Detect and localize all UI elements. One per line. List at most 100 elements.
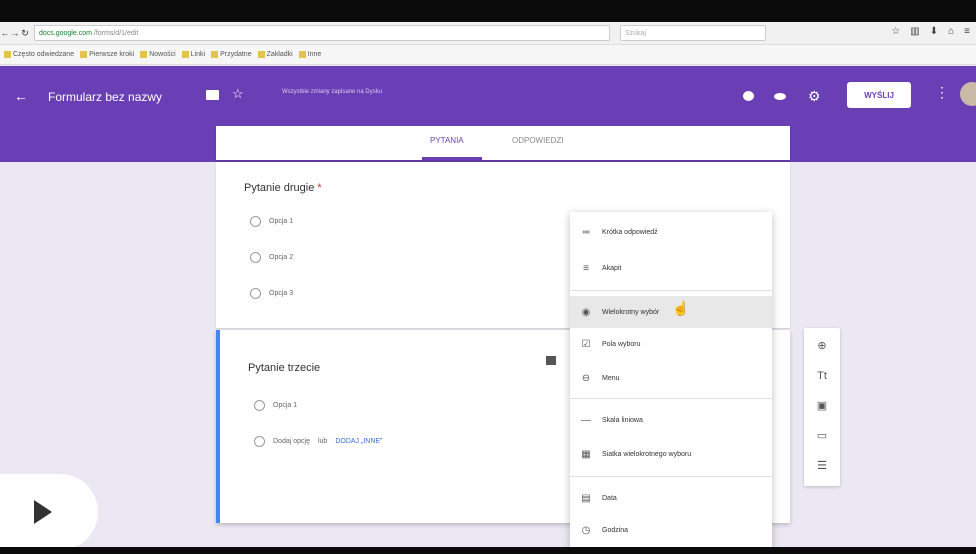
bookmark-item[interactable]: Linki [181,51,205,58]
video-play-button[interactable] [0,474,98,550]
menu-item-linear-scale[interactable]: — Skala liniowa [570,404,772,436]
question-type-menu: ═ Krótka odpowiedź ≡ Akapit ◉ Wielokrotny w… [570,212,772,548]
browser-icons: ☆ ▥ ⬇ ⌂ ≡ [891,26,970,37]
radio-icon: ◉ [581,306,591,318]
address-bar[interactable]: docs.google.com /forms/d/1/edit [34,25,610,41]
option-row[interactable]: Opcja 1 [254,400,297,411]
bookmark-label: Zakładki [266,51,293,58]
menu-item-checkboxes[interactable]: ☑ Pola wyboru [570,328,772,360]
menu-item-label: Siatka wielokrotnego wyboru [602,450,692,458]
radio-icon [250,288,261,299]
folder-icon [211,51,219,58]
add-image-icon[interactable] [546,356,556,365]
library-icon[interactable]: ▥ [910,26,919,37]
dropdown-icon: ⊖ [581,372,591,384]
grid-icon: ▦ [581,448,591,460]
folder-icon [4,51,11,58]
send-button[interactable]: WYŚLIJ [847,82,911,108]
question-title[interactable]: Pytanie trzecie [248,362,320,374]
tab-questions[interactable]: PYTANIA [430,136,464,145]
menu-divider [570,290,772,291]
bookmark-item[interactable]: Inne [298,51,321,58]
search-placeholder: Szukaj [625,29,647,37]
option-label: Opcja 1 [269,218,294,225]
menu-item-multiple-choice[interactable]: ◉ Wielokrotny wybór [570,296,772,328]
bookmark-label: Nowości [149,51,176,58]
letterbox-bottom [0,547,976,554]
option-row[interactable]: Opcja 1 [250,216,293,227]
add-image-icon[interactable]: ▣ [816,400,828,412]
add-question-icon[interactable]: ⊕ [816,340,828,352]
download-icon[interactable]: ⬇ [930,26,938,37]
menu-item-paragraph[interactable]: ≡ Akapit [570,252,772,284]
question-title-text: Pytanie drugie [244,182,315,194]
paragraph-icon: ≡ [583,262,589,274]
browser-search-input[interactable]: Szukaj [620,25,766,41]
add-section-icon[interactable]: ☰ [816,460,828,472]
bookmark-item[interactable]: Często odwiedzane [4,51,74,58]
bookmark-item[interactable]: Pierwsze kroki [80,51,134,58]
bookmark-item[interactable]: Zakładki [257,51,293,58]
bookmark-label: Przydatne [220,51,252,58]
menu-icon[interactable]: ≡ [964,26,970,37]
folder-icon [140,51,148,58]
required-mark: * [317,182,322,194]
forward-icon[interactable]: → [10,28,20,38]
linear-scale-icon: — [581,414,591,426]
option-row[interactable]: Opcja 2 [250,252,293,263]
menu-divider [570,476,772,477]
menu-item-date[interactable]: ▤ Data [570,482,772,514]
add-title-icon[interactable]: Tt [816,370,828,382]
folder-icon [298,51,306,58]
avatar[interactable] [960,82,976,106]
radio-icon [254,400,265,411]
add-option-row[interactable]: Dodaj opcję lub DODAJ „INNE” [254,436,382,447]
short-answer-icon: ═ [582,226,590,238]
more-vert-icon[interactable]: ⋮ [935,84,949,101]
reload-icon[interactable]: ↻ [20,28,30,39]
preview-eye-icon[interactable] [774,93,786,100]
radio-icon [250,216,261,227]
hand-cursor-icon: ☝ [672,300,690,316]
option-row[interactable]: Opcja 3 [250,288,293,299]
checkbox-icon: ☑ [581,338,591,350]
form-title[interactable]: Formularz bez nazwy [48,90,162,104]
folder-icon [181,51,189,58]
bookmark-item[interactable]: Przydatne [211,51,252,58]
header-row: ← Formularz bez nazwy ☆ Wszystkie zmiany… [0,66,976,128]
add-option-label[interactable]: Dodaj opcję [273,438,310,445]
settings-gear-icon[interactable]: ⚙ [808,88,821,105]
menu-item-short-answer[interactable]: ═ Krótka odpowiedź [570,216,772,248]
menu-item-label: Akapit [602,264,622,272]
add-video-icon[interactable]: ▭ [816,430,828,442]
menu-item-label: Pola wyboru [602,340,641,348]
or-label: lub [317,438,328,445]
palette-icon[interactable] [743,91,754,101]
add-other-link[interactable]: DODAJ „INNE” [335,438,382,445]
option-label: Opcja 2 [269,254,294,261]
star-bookmark-icon[interactable]: ☆ [891,26,900,37]
move-to-folder-icon[interactable] [206,90,219,100]
menu-item-dropdown[interactable]: ⊖ Menu [570,362,772,394]
url-host: docs.google.com [39,29,92,37]
bookmark-item[interactable]: Nowości [140,51,176,58]
question-title[interactable]: Pytanie drugie * [244,182,322,194]
back-arrow-icon[interactable]: ← [14,88,28,104]
menu-item-label: Data [602,494,617,502]
option-label: Opcja 1 [273,402,298,409]
folder-icon [80,51,88,58]
menu-item-time[interactable]: ◷ Godzina [570,514,772,546]
bookmarks-bar: Często odwiedzane Pierwsze kroki Nowości… [0,45,976,65]
active-tab-indicator [422,157,482,160]
back-icon[interactable]: ← [0,28,10,38]
saved-status: Wszystkie zmiany zapisane na Dysku [282,89,383,95]
menu-item-grid[interactable]: ▦ Siatka wielokrotnego wyboru [570,438,772,470]
browser-toolbar: ← → ↻ docs.google.com /forms/d/1/edit Sz… [0,22,976,45]
home-icon[interactable]: ⌂ [948,26,954,37]
tab-answers[interactable]: ODPOWIEDZI [512,136,564,145]
folder-icon [257,51,265,58]
menu-item-label: Krótka odpowiedź [602,228,658,236]
screen: ← → ↻ docs.google.com /forms/d/1/edit Sz… [0,0,976,554]
star-icon[interactable]: ☆ [232,86,244,102]
menu-item-label: Godzina [602,526,629,534]
